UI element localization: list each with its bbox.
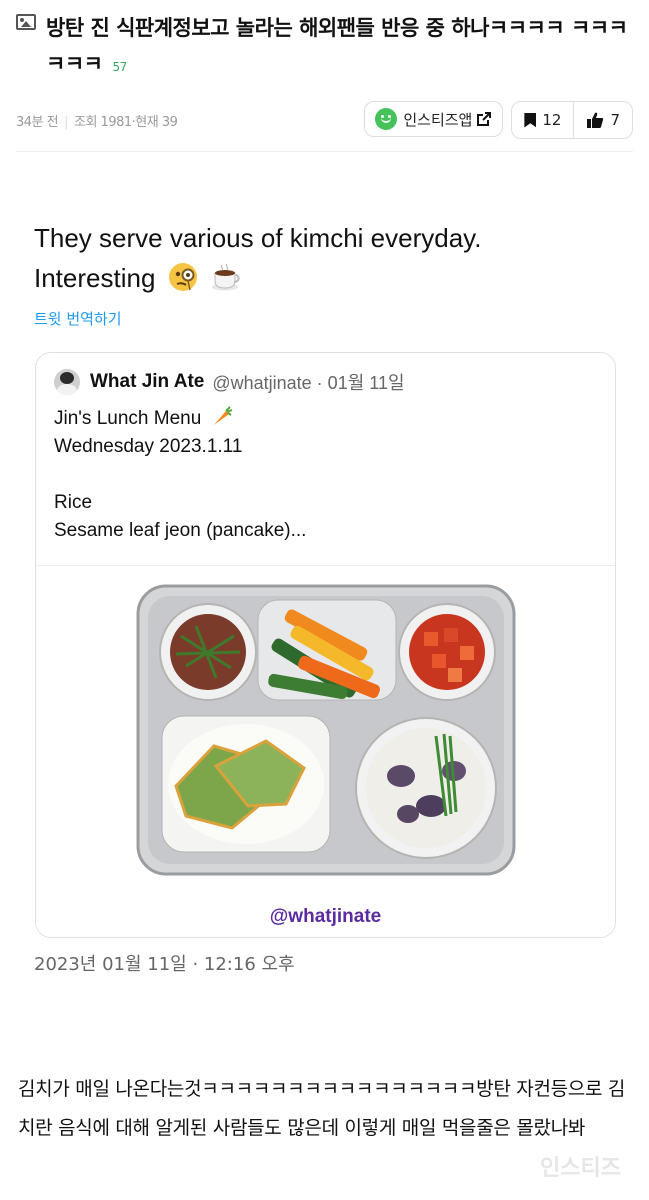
lunch-tray-illustration (136, 584, 516, 876)
tweet-date: 2023년 01월 11일 · 12:16 오후 (34, 954, 295, 975)
image-icon (16, 14, 36, 30)
tweet-text-line1: They serve various of kimchi everyday. (34, 223, 482, 253)
reaction-group: 12 7 (511, 101, 633, 139)
quoted-line4: Sesame leaf jeon (pancake)... (54, 520, 307, 541)
tweet-text-line2-wrap: Interesting (34, 258, 624, 298)
post-body-text: 김치가 매일 나온다는것ㅋㅋㅋㅋㅋㅋㅋㅋㅋㅋㅋㅋㅋㅋㅋㅋ방탄 자컨등으로 김치란… (18, 1078, 626, 1139)
thumbs-up-icon (587, 112, 604, 128)
smile-icon (375, 108, 398, 130)
coffee-icon (211, 263, 240, 291)
post-views: 조회 1981 (74, 114, 132, 130)
bookmark-icon (524, 112, 537, 128)
image-watermark-handle: @whatjinate (269, 906, 382, 927)
post-header: 방탄 진 식판계정보고 놀라는 해외팬들 반응 중 하나ㅋㅋㅋㅋ ㅋㅋㅋㅋㅋㅋ 5… (0, 0, 649, 152)
meta-row: 34분 전 | 조회 1981·현재 39 인스티즈앱 12 7 (16, 101, 633, 139)
title-row: 방탄 진 식판계정보고 놀라는 해외팬들 반응 중 하나ㅋㅋㅋㅋ ㅋㅋㅋㅋㅋㅋ 5… (16, 10, 633, 85)
like-button[interactable]: 7 (573, 102, 632, 138)
post-current: 현재 39 (135, 114, 178, 130)
tweet-text-line2: Interesting (34, 263, 156, 293)
quoted-author-handle: @whatjinate · 01월 11일 (212, 373, 405, 393)
bookmark-count: 12 (542, 111, 562, 129)
quoted-line3: Rice (54, 492, 93, 513)
carrot-icon (213, 406, 232, 425)
post-title: 방탄 진 식판계정보고 놀라는 해외팬들 반응 중 하나ㅋㅋㅋㅋ ㅋㅋㅋㅋㅋㅋ 5… (46, 10, 633, 85)
instiz-app-button[interactable]: 인스티즈앱 (364, 101, 504, 137)
comment-count[interactable]: 57 (112, 60, 127, 74)
quoted-tweet-body: Jin's Lunch Menu Wednesday 2023.1.11 Ric… (36, 395, 615, 545)
external-link-icon (477, 112, 492, 126)
avatar[interactable] (54, 369, 80, 395)
bookmark-button[interactable]: 12 (512, 102, 573, 138)
quoted-tweet-header: What Jin Ate @whatjinate · 01월 11일 (36, 353, 615, 395)
embedded-tweet: They serve various of kimchi everyday. I… (34, 218, 624, 329)
post-meta: 34분 전 | 조회 1981·현재 39 (16, 114, 178, 130)
quoted-line2: Wednesday 2023.1.11 (54, 436, 243, 457)
quoted-author-name[interactable]: What Jin Ate (90, 371, 204, 393)
lunch-tray-image[interactable]: @whatjinate (36, 565, 615, 937)
quoted-line1-wrap: Jin's Lunch Menu (54, 405, 597, 433)
app-button-label: 인스티즈앱 (403, 110, 473, 129)
tweet-text: They serve various of kimchi everyday. I… (34, 218, 624, 298)
header-divider (16, 151, 633, 152)
quoted-line1: Jin's Lunch Menu (54, 408, 202, 429)
post-title-text: 방탄 진 식판계정보고 놀라는 해외팬들 반응 중 하나ㅋㅋㅋㅋ ㅋㅋㅋㅋㅋㅋ (46, 16, 628, 76)
monocle-face-icon (168, 263, 197, 291)
translate-tweet-link[interactable]: 트윗 번역하기 (34, 308, 624, 329)
meta-actions: 인스티즈앱 12 7 (364, 101, 633, 139)
site-watermark: 인스티즈 (540, 1156, 621, 1181)
like-count: 7 (610, 111, 620, 129)
quoted-tweet[interactable]: What Jin Ate @whatjinate · 01월 11일 Jin's… (35, 352, 616, 938)
post-time: 34분 전 (16, 114, 59, 130)
